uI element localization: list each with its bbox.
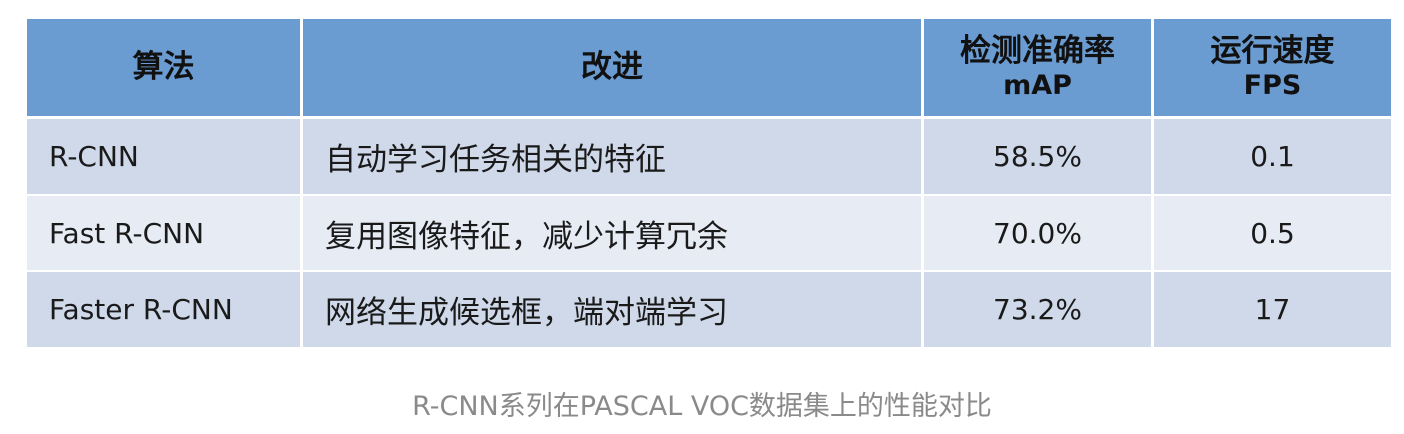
header-improvement-label: 改进 [581, 48, 643, 85]
row-2-algorithm: Fast R-CNN [27, 196, 300, 272]
header-accuracy-label: 检测准确率 [960, 32, 1115, 69]
row-3-map: 73.2% [924, 272, 1151, 347]
performance-table: 算法 改进 检测准确率 mAP 运行速度 FPS R-CNN 自动学习任务相关的… [27, 19, 1391, 347]
row-1-map: 58.5% [924, 119, 1151, 196]
row-3-improvement: 网络生成候选框，端对端学习 [303, 272, 921, 347]
header-accuracy: 检测准确率 mAP [924, 19, 1151, 119]
header-algorithm: 算法 [27, 19, 300, 119]
row-2-map: 70.0% [924, 196, 1151, 272]
header-speed: 运行速度 FPS [1154, 19, 1391, 119]
row-1-improvement: 自动学习任务相关的特征 [303, 119, 921, 196]
table-caption: R-CNN系列在PASCAL VOC数据集上的性能对比 [412, 391, 992, 422]
header-accuracy-unit: mAP [1003, 69, 1072, 101]
row-2-improvement: 复用图像特征，减少计算冗余 [303, 196, 921, 272]
header-speed-label: 运行速度 [1210, 32, 1335, 69]
row-1-algorithm: R-CNN [27, 119, 300, 196]
header-algorithm-label: 算法 [132, 48, 195, 85]
row-3-algorithm: Faster R-CNN [27, 272, 300, 347]
row-1-fps: 0.1 [1154, 119, 1391, 196]
header-speed-unit: FPS [1243, 69, 1302, 101]
row-3-fps: 17 [1154, 272, 1391, 347]
row-2-fps: 0.5 [1154, 196, 1391, 272]
header-improvement: 改进 [303, 19, 921, 119]
